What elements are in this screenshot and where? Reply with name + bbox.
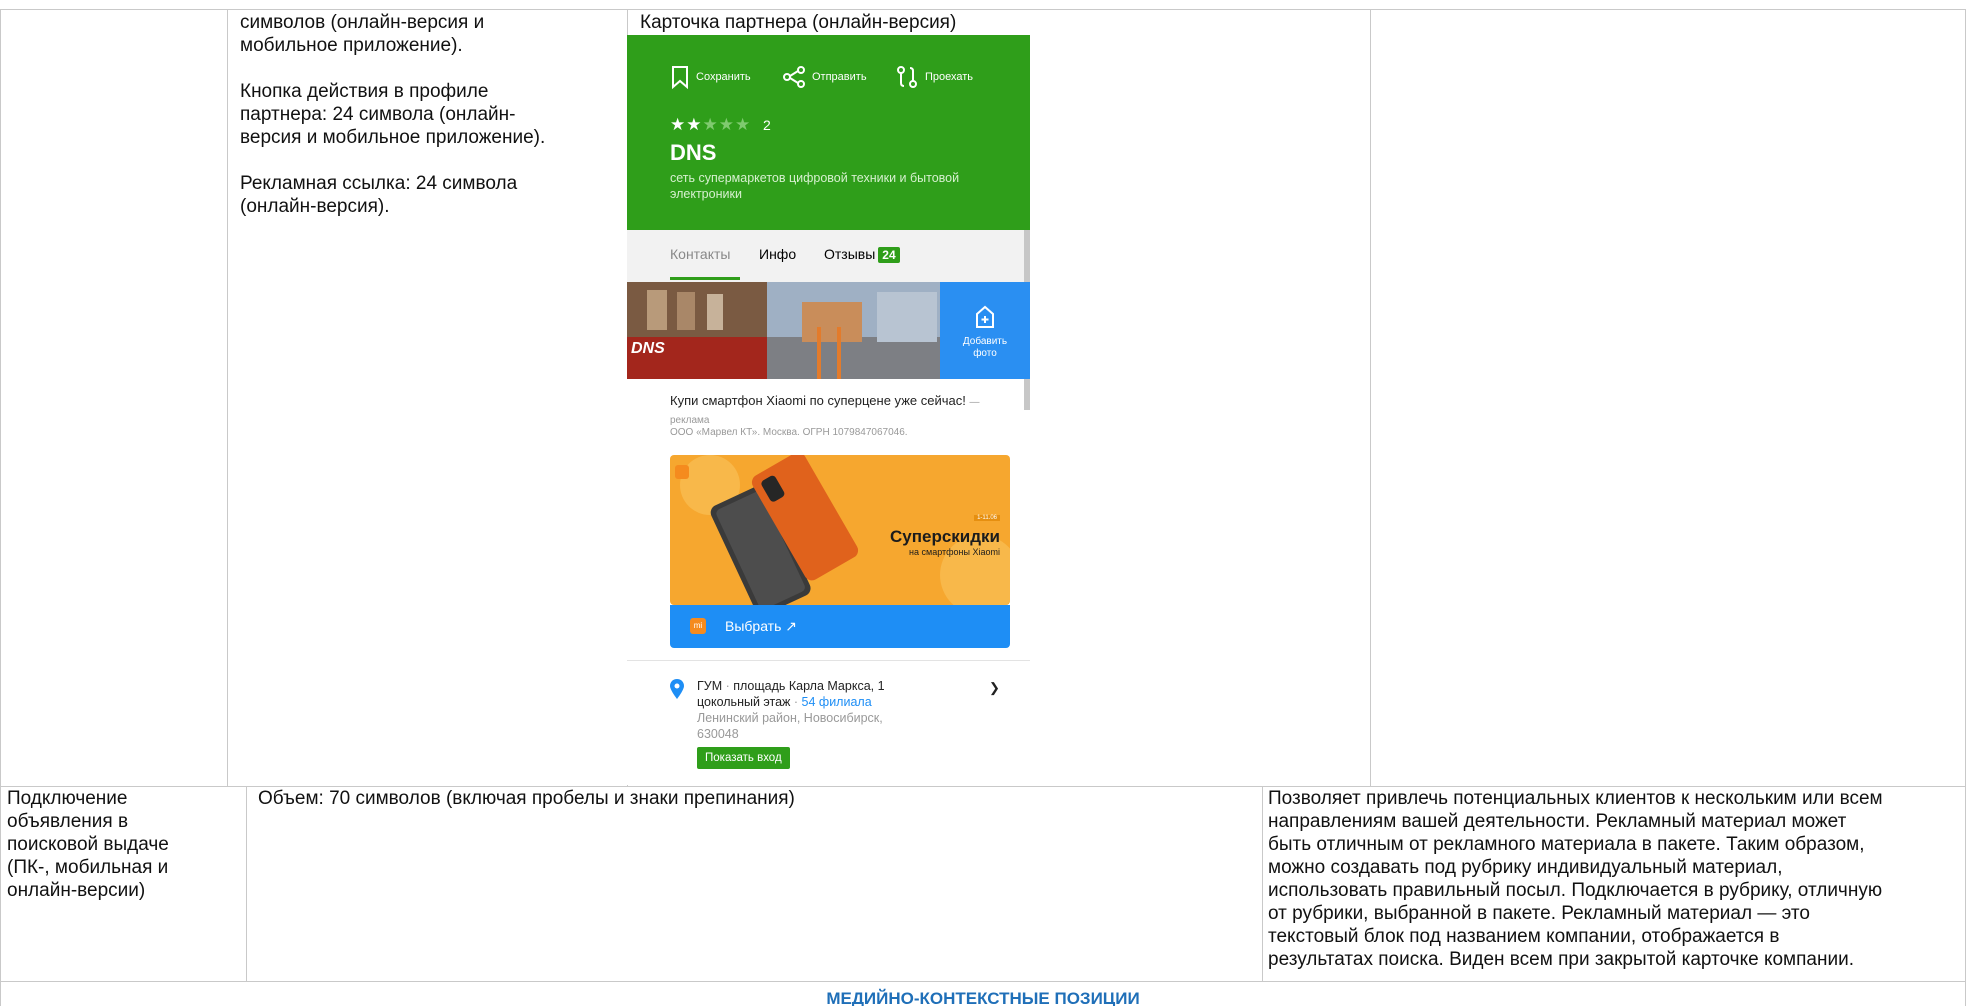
star-icon: ★ <box>702 115 719 134</box>
address-block[interactable]: ГУМ · площадь Карла Маркса, 1 цокольный … <box>697 678 977 742</box>
promo-date-tag: 1-11.06 <box>974 515 1000 521</box>
row2-volume: Объем: 70 символов (включая пробелы и зн… <box>258 788 795 809</box>
promo-text: Суперскидки на смартфоны Xiaomi <box>890 527 1000 557</box>
star-icon: ★ <box>735 115 752 134</box>
branches-link[interactable]: 54 филиала <box>802 695 872 709</box>
company-description: сеть супермаркетов цифровой техники и бы… <box>670 171 960 201</box>
star-icon: ★ <box>686 115 703 134</box>
row2-description: Позволяет привлечь потенциальных клиенто… <box>1268 788 1883 970</box>
paragraph-action-button: Кнопка действия в профиле партнера: 24 с… <box>240 81 546 148</box>
col-border <box>227 9 228 786</box>
table-top-border <box>0 9 1966 10</box>
col-border <box>1370 9 1371 786</box>
promo-headline: Суперскидки <box>889 527 1000 546</box>
paragraph-ad-link: Рекламная ссылка: 24 символа (онлайн-вер… <box>240 173 518 217</box>
add-photo-button[interactable]: Добавить фото <box>940 282 1030 379</box>
star-icon: ★ <box>670 115 687 134</box>
col-border <box>0 9 1 1006</box>
star-icon: ★ <box>718 115 735 134</box>
chevron-down-icon[interactable]: ❯ <box>989 680 1000 696</box>
share-icon <box>783 66 805 88</box>
save-action[interactable]: Сохранить <box>670 65 751 89</box>
section-heading: МЕДИЙНО-КОНТЕКСТНЫЕ ПОЗИЦИИ <box>826 989 1140 1006</box>
card-tabs: Контакты Инфо Отзывы 24 <box>627 230 1030 282</box>
ad-banner[interactable]: 1-11.06 Суперскидки на смартфоны Xiaomi <box>670 455 1010 605</box>
row-separator <box>0 981 1966 982</box>
select-ad-button[interactable]: mi Выбрать ↗ <box>670 605 1010 648</box>
reviews-count-badge: 24 <box>878 247 900 263</box>
card-header: Сохранить Отправить Проехать ★★★★★ 2 DNS… <box>627 35 1030 230</box>
show-entry-button[interactable]: Показать вход <box>697 747 790 769</box>
route-action[interactable]: Проехать <box>895 65 973 89</box>
share-action[interactable]: Отправить <box>782 65 867 89</box>
store-sign: DNS <box>631 340 665 357</box>
mi-logo-icon: mi <box>690 618 706 634</box>
company-name: DNS <box>670 140 717 165</box>
ad-title[interactable]: Купи смартфон Xiaomi по суперцене уже се… <box>670 393 990 429</box>
rating-stars: ★★★★★ 2 <box>670 115 772 135</box>
paragraph-symbols: символов (онлайн-версия и мобильное прил… <box>240 12 485 56</box>
section-divider <box>627 660 1030 661</box>
row2-title: Подключение объявления в поисковой выдач… <box>7 788 169 901</box>
tab-contacts[interactable]: Контакты <box>670 246 730 262</box>
row1-description: символов (онлайн-версия и мобильное прил… <box>240 11 620 218</box>
partner-card-caption: Карточка партнера (онлайн-версия) <box>640 12 957 33</box>
active-tab-indicator <box>670 277 740 280</box>
route-icon <box>897 66 917 88</box>
add-photo-icon <box>976 305 994 328</box>
rating-count: 2 <box>762 117 772 133</box>
col-border <box>1262 786 1263 981</box>
col-border <box>246 786 247 981</box>
location-pin-icon <box>670 679 684 699</box>
ad-legal-info: ООО «Марвел КТ». Москва. ОГРН 1079847067… <box>670 427 908 438</box>
partner-card-screenshot: Сохранить Отправить Проехать ★★★★★ 2 DNS… <box>627 35 1030 785</box>
bookmark-icon <box>672 66 688 89</box>
promo-subline: на смартфоны Xiaomi <box>909 547 1000 557</box>
tab-reviews[interactable]: Отзывы 24 <box>824 246 900 263</box>
tab-info[interactable]: Инфо <box>759 246 796 262</box>
